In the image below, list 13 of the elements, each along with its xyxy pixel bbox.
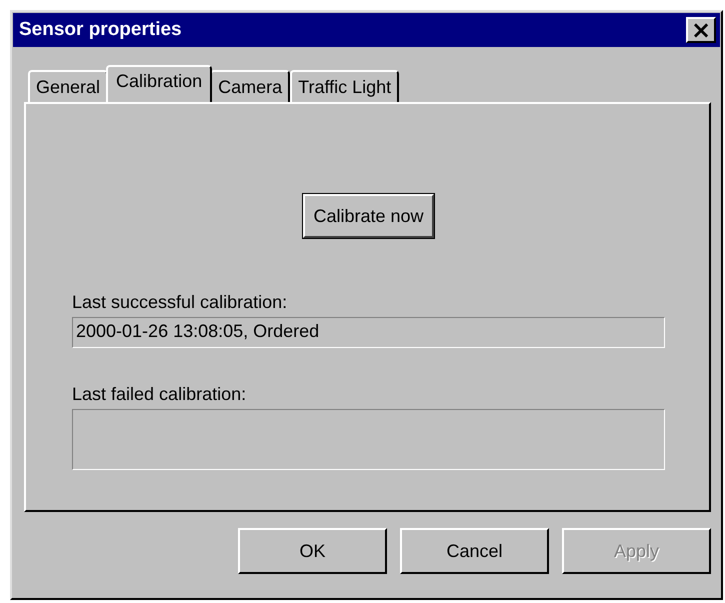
- field-label: Last successful calibration:: [72, 292, 288, 313]
- read-only-field[interactable]: [72, 409, 665, 470]
- tab[interactable]: Traffic Light: [290, 70, 400, 102]
- dialog-button[interactable]: OK: [238, 528, 387, 574]
- close-button[interactable]: ×: [686, 17, 716, 43]
- tab[interactable]: Calibration: [106, 65, 212, 102]
- read-only-field[interactable]: 2000-01-26 13:08:05, Ordered: [72, 317, 665, 348]
- field-label: Last failed calibration:: [72, 384, 248, 405]
- dialog-button[interactable]: Cancel: [400, 528, 549, 574]
- tab[interactable]: General: [28, 70, 108, 102]
- window-title: Sensor properties: [19, 19, 182, 41]
- tab[interactable]: Camera: [210, 70, 290, 102]
- calibrate-button[interactable]: Calibrate now: [303, 194, 434, 238]
